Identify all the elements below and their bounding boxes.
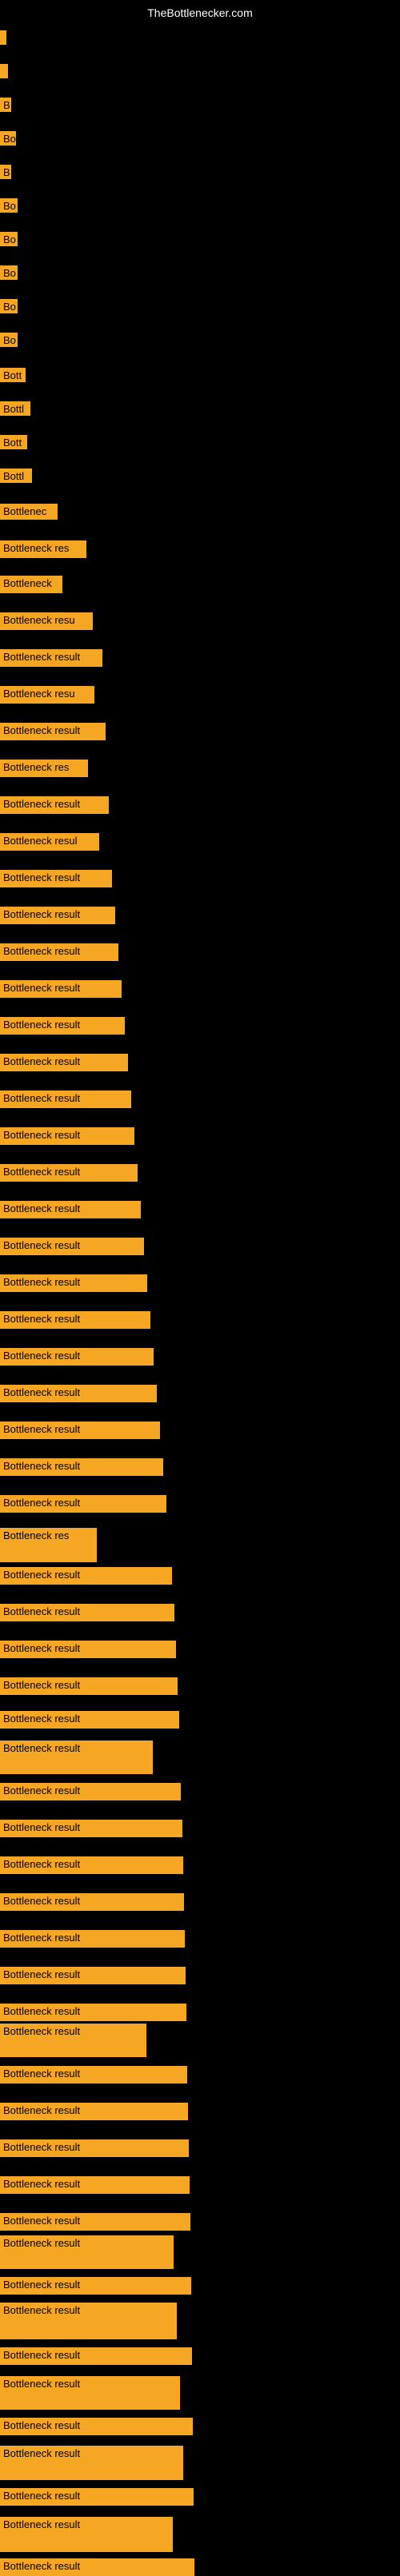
- bottleneck-item: Bottleneck result: [0, 1091, 131, 1108]
- bottleneck-item: Bottleneck result: [0, 2418, 193, 2435]
- bottleneck-item: Bottleneck result: [0, 1820, 182, 1837]
- bottleneck-item: [0, 30, 6, 45]
- bottleneck-item: Bottleneck result: [0, 2066, 187, 2084]
- bottleneck-item: Bo: [0, 333, 18, 347]
- bottleneck-item: Bottleneck result: [0, 1856, 183, 1874]
- bottleneck-item: Bottleneck result: [0, 1054, 128, 1071]
- bottleneck-item: B: [0, 165, 11, 179]
- bottleneck-item: Bottleneck result: [0, 2347, 192, 2365]
- bottleneck-item: Bottleneck result: [0, 1567, 172, 1585]
- bottleneck-item: Bottleneck result: [0, 2488, 194, 2506]
- bottleneck-item: Bottleneck result: [0, 907, 115, 924]
- bottleneck-item: Bott: [0, 368, 26, 382]
- bottleneck-item: Bottleneck result: [0, 2213, 190, 2231]
- bottleneck-item: Bottleneck result: [0, 1711, 179, 1729]
- bottleneck-item: Bottleneck result: [0, 1930, 185, 1948]
- bottleneck-item: Bottl: [0, 469, 32, 483]
- bottleneck-item: Bo: [0, 265, 18, 280]
- bottleneck-item: [0, 64, 8, 78]
- bottleneck-item: Bottleneck result: [0, 943, 118, 961]
- bottleneck-item: Bottleneck result: [0, 2517, 173, 2552]
- bottleneck-item: Bo: [0, 299, 18, 313]
- bottleneck-item: Bottleneck result: [0, 2376, 180, 2410]
- bottleneck-item: Bottleneck result: [0, 1741, 153, 1774]
- bottleneck-item: Bottleneck result: [0, 2235, 174, 2269]
- bottleneck-item: Bottleneck res: [0, 540, 86, 558]
- bottleneck-item: Bottleneck result: [0, 2446, 183, 2480]
- bottleneck-item: Bottleneck result: [0, 980, 122, 998]
- bottleneck-item: Bottleneck result: [0, 2024, 146, 2057]
- bottleneck-item: Bottl: [0, 401, 30, 416]
- bottleneck-item: Bottleneck result: [0, 1164, 138, 1182]
- bottleneck-item: Bottleneck result: [0, 723, 106, 740]
- bottleneck-item: Bottleneck result: [0, 649, 102, 667]
- bottleneck-item: Bottleneck resu: [0, 612, 93, 630]
- bottleneck-item: Bottleneck result: [0, 1201, 141, 1218]
- bottleneck-item: Bottlenec: [0, 504, 58, 520]
- bottleneck-item: Bottleneck result: [0, 1641, 176, 1658]
- bottleneck-item: Bottleneck resu: [0, 686, 94, 704]
- bottleneck-item: Bottleneck result: [0, 2103, 188, 2120]
- bottleneck-item: Bottleneck result: [0, 2139, 189, 2157]
- bottleneck-item: Bottleneck result: [0, 1017, 125, 1035]
- bottleneck-item: Bo: [0, 232, 18, 246]
- bottleneck-item: Bottleneck result: [0, 796, 109, 814]
- bottleneck-item: Bottleneck result: [0, 1967, 186, 1984]
- bottleneck-item: Bottleneck result: [0, 1783, 181, 1800]
- bottleneck-item: Bottleneck result: [0, 2277, 191, 2295]
- bottleneck-item: Bottleneck resul: [0, 833, 99, 851]
- bottleneck-item: Bottleneck result: [0, 2176, 190, 2194]
- bottleneck-item: Bottleneck res: [0, 1528, 97, 1562]
- bottleneck-item: B: [0, 98, 11, 112]
- bottleneck-item: Bo: [0, 131, 16, 146]
- site-title: TheBottlenecker.com: [147, 6, 253, 19]
- bottleneck-item: Bottleneck result: [0, 1893, 184, 1911]
- bottleneck-item: Bottleneck result: [0, 1385, 157, 1402]
- bottleneck-item: Bottleneck result: [0, 1604, 174, 1621]
- bottleneck-item: Bottleneck result: [0, 2004, 186, 2021]
- bottleneck-item: Bottleneck result: [0, 2558, 194, 2576]
- bottleneck-item: Bottleneck res: [0, 760, 88, 777]
- bottleneck-item: Bottleneck result: [0, 2303, 177, 2339]
- bottleneck-item: Bottleneck result: [0, 1238, 144, 1255]
- bottleneck-item: Bottleneck result: [0, 1458, 163, 1476]
- bottleneck-item: Bottleneck result: [0, 1422, 160, 1439]
- bottleneck-item: Bottleneck result: [0, 870, 112, 887]
- bottleneck-item: Bottleneck result: [0, 1677, 178, 1695]
- bottleneck-item: Bottleneck result: [0, 1311, 150, 1329]
- bottleneck-item: Bottleneck result: [0, 1274, 147, 1292]
- bottleneck-item: Bottleneck result: [0, 1127, 134, 1145]
- bottleneck-item: Bottleneck result: [0, 1495, 166, 1513]
- bottleneck-item: Bottleneck result: [0, 1348, 154, 1366]
- bottleneck-item: Bott: [0, 435, 27, 449]
- bottleneck-item: Bo: [0, 198, 18, 213]
- bottleneck-item: Bottleneck: [0, 576, 62, 593]
